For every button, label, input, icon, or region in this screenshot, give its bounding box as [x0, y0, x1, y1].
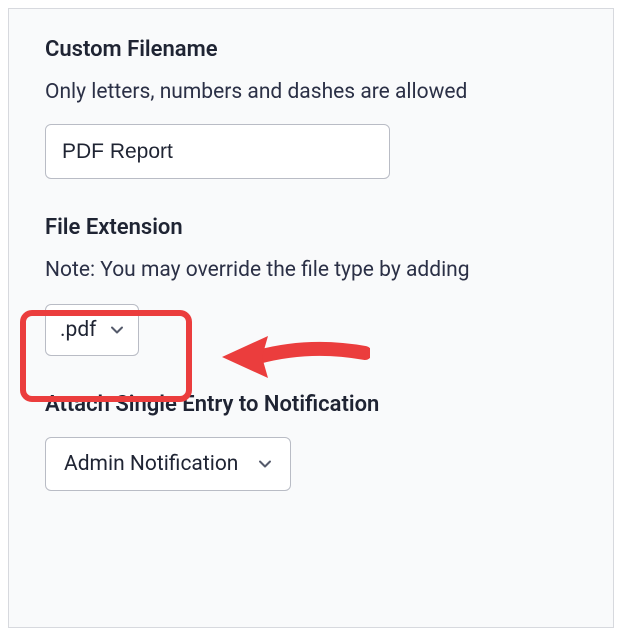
chevron-down-icon [110, 323, 124, 337]
custom-filename-label: Custom Filename [45, 37, 613, 62]
file-extension-label: File Extension [45, 215, 613, 240]
attach-label: Attach Single Entry to Notification [45, 392, 613, 417]
file-extension-helper: Note: You may override the file type by … [45, 258, 613, 282]
file-extension-select-wrap: .pdf [45, 304, 139, 356]
file-extension-value: .pdf [60, 318, 96, 342]
custom-filename-helper: Only letters, numbers and dashes are all… [45, 80, 613, 104]
custom-filename-input[interactable] [45, 124, 390, 179]
attach-select[interactable]: Admin Notification [45, 437, 291, 491]
attach-select-wrap: Admin Notification [45, 437, 291, 491]
settings-panel: Custom Filename Only letters, numbers an… [8, 8, 614, 628]
attach-value: Admin Notification [64, 452, 238, 476]
file-extension-select[interactable]: .pdf [45, 304, 139, 356]
chevron-down-icon [258, 457, 272, 471]
